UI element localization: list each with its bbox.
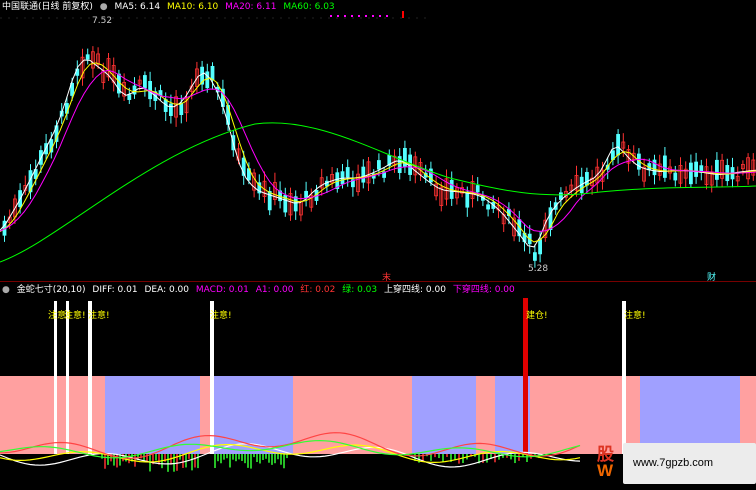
build-position-bar [523,298,528,454]
green-value: 绿: 0.03 [342,285,378,295]
candle-body [673,172,678,181]
candle-body [533,252,537,261]
signal-dot [372,15,374,17]
macd-value: MACD: 0.01 [195,285,249,295]
diff-value: DIFF: 0.01 [92,285,138,295]
candle-body [210,65,215,81]
down-cross-value: 下穿四线: 0.00 [452,285,515,295]
signal-dot [330,15,332,17]
ma10-value: MA10: 6.10 [166,2,219,12]
candle-body [179,102,184,116]
stock-title: 中国联通(日线 前复权) [2,2,93,12]
trend-band [212,376,293,454]
indicator-name: 金蛇七寸(20,10) [16,285,86,295]
ma-toggle-icon[interactable]: ● [100,2,108,12]
a1-value: A1: 0.00 [255,285,294,295]
notice-bar [54,301,57,454]
candle-body [616,134,620,156]
candle-body [694,161,698,177]
high-price-label: 7.52 [92,16,113,26]
candle-body [304,190,309,199]
notice-label: 注意! [88,311,110,321]
indicator-header: ● 金蛇七寸(20,10) DIFF: 0.01 DEA: 0.00 MACD:… [2,284,519,296]
trend-band [105,376,200,454]
price-chart-panel[interactable]: 中国联通(日线 前复权) ● MA5: 6.14 MA10: 6.10 MA20… [0,0,756,283]
candle-body [465,191,470,208]
price-header: 中国联通(日线 前复权) ● MA5: 6.14 MA10: 6.10 MA20… [2,1,339,13]
candle-body [689,162,693,185]
panel-divider [0,281,756,282]
candle-body [663,155,667,178]
candle-body [538,239,542,255]
red-value: 红: 0.02 [300,285,336,295]
candlestick-chart [0,11,756,268]
ma5-value: MA5: 6.14 [114,2,161,12]
ma60-value: MA60: 6.03 [283,2,335,12]
low-price-label: 5.28 [528,264,549,274]
signal-dot [344,15,346,17]
up-cross-value: 上穿四线: 0.00 [384,285,446,295]
signal-dot [351,15,353,17]
candle-body [293,196,298,212]
candle-body [376,160,381,170]
candle-body [142,75,147,89]
trend-band [476,376,495,454]
signal-dot [365,15,367,17]
candle-body [715,159,719,180]
candle-body [85,54,90,60]
trend-band [412,376,476,454]
candle-body [127,94,132,100]
notice-label: 注意! [64,311,86,321]
candle-body [475,185,480,193]
signal-dot [379,15,381,17]
candle-body [486,204,491,210]
candle-body [168,103,173,116]
candle-body [585,172,589,186]
ma20-value: MA20: 6.11 [225,2,277,12]
candle-body [345,167,350,178]
site-watermark: 股 W www.7gpzb.com [595,437,756,487]
candle-body [559,192,563,200]
trend-band [293,376,412,454]
watermark-url: www.7gpzb.com [633,457,714,469]
indicator-toggle-icon[interactable]: ● [2,285,10,295]
notice-bar [210,301,214,454]
ma60-line [0,122,756,263]
signal-dot [337,15,339,17]
signal-dot [386,15,388,17]
trend-band [0,376,55,454]
notice-label: 注意! [624,311,646,321]
notice-bar [622,301,626,454]
dea-value: DEA: 0.00 [144,285,190,295]
notice-label: 注意! [210,311,232,321]
candle-body [361,166,366,183]
notice-bar [88,301,92,454]
notice-bar [66,301,69,454]
signal-tick [402,11,404,18]
logo-bottom-glyph: W [597,461,614,480]
ma20-line [0,69,756,232]
signal-dot [358,15,360,17]
build-position-label: 建仓! [526,311,548,321]
site-logo: 股 W [595,440,621,484]
